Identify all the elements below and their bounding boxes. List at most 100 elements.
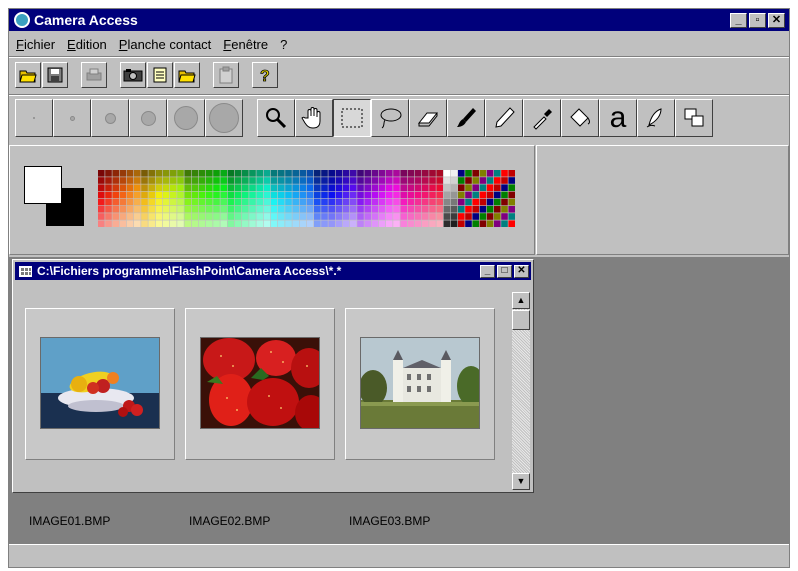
palette-swatch[interactable]: [479, 198, 487, 206]
palette-swatch[interactable]: [350, 220, 357, 227]
palette-swatch[interactable]: [234, 206, 242, 213]
palette-swatch[interactable]: [450, 177, 458, 184]
palette-swatch[interactable]: [407, 220, 415, 227]
palette-swatch[interactable]: [342, 184, 350, 191]
palette-swatch[interactable]: [213, 198, 220, 206]
palette-swatch[interactable]: [141, 206, 148, 213]
palette-swatch[interactable]: [486, 198, 494, 206]
palette-swatch[interactable]: [328, 184, 335, 191]
palette-swatch[interactable]: [220, 184, 227, 191]
title-bar[interactable]: Camera Access _ ▫ ✕: [9, 9, 789, 31]
palette-swatch[interactable]: [249, 170, 256, 177]
palette-swatch[interactable]: [278, 198, 285, 206]
palette-swatch[interactable]: [335, 220, 343, 227]
palette-swatch[interactable]: [371, 191, 379, 199]
palette-swatch[interactable]: [407, 206, 415, 213]
palette-swatch[interactable]: [177, 198, 184, 206]
palette-swatch[interactable]: [335, 191, 343, 199]
palette-swatch[interactable]: [98, 170, 105, 177]
palette-swatch[interactable]: [162, 177, 170, 184]
palette-swatch[interactable]: [357, 198, 364, 206]
palette-swatch[interactable]: [429, 220, 436, 227]
palette-swatch[interactable]: [206, 170, 213, 177]
palette-swatch[interactable]: [328, 220, 335, 227]
palette-swatch[interactable]: [314, 191, 321, 199]
palette-swatch[interactable]: [191, 177, 199, 184]
palette-swatch[interactable]: [299, 177, 307, 184]
palette-swatch[interactable]: [134, 220, 141, 227]
palette-swatch[interactable]: [148, 177, 155, 184]
palette-swatch[interactable]: [105, 213, 112, 220]
palette-swatch[interactable]: [350, 198, 357, 206]
palette-swatch[interactable]: [393, 184, 400, 191]
palette-swatch[interactable]: [342, 198, 350, 206]
palette-swatch[interactable]: [371, 220, 379, 227]
palette-swatch[interactable]: [270, 170, 278, 177]
palette-swatch[interactable]: [220, 206, 227, 213]
palette-swatch[interactable]: [314, 198, 321, 206]
clipboard-button[interactable]: [213, 62, 239, 88]
palette-swatch[interactable]: [486, 213, 494, 220]
palette-swatch[interactable]: [242, 220, 249, 227]
palette-swatch[interactable]: [414, 198, 422, 206]
palette-swatch[interactable]: [393, 206, 400, 213]
palette-swatch[interactable]: [278, 220, 285, 227]
palette-swatch[interactable]: [184, 198, 191, 206]
palette-swatch[interactable]: [292, 206, 299, 213]
palette-swatch[interactable]: [141, 184, 148, 191]
palette-swatch[interactable]: [494, 191, 501, 199]
palette-swatch[interactable]: [393, 198, 400, 206]
palette-swatch[interactable]: [371, 198, 379, 206]
palette-swatch[interactable]: [328, 191, 335, 199]
palette-swatch[interactable]: [494, 170, 501, 177]
palette-swatch[interactable]: [429, 191, 436, 199]
palette-swatch[interactable]: [263, 198, 271, 206]
palette-swatch[interactable]: [429, 170, 436, 177]
palette-swatch[interactable]: [213, 177, 220, 184]
palette-swatch[interactable]: [386, 177, 393, 184]
palette-swatch[interactable]: [155, 220, 163, 227]
palette-swatch[interactable]: [242, 206, 249, 213]
palette-swatch[interactable]: [184, 213, 191, 220]
palette-swatch[interactable]: [184, 170, 191, 177]
palette-swatch[interactable]: [429, 206, 436, 213]
palette-swatch[interactable]: [263, 191, 271, 199]
palette-swatch[interactable]: [422, 184, 429, 191]
palette-swatch[interactable]: [486, 206, 494, 213]
palette-swatch[interactable]: [112, 220, 119, 227]
palette-swatch[interactable]: [227, 177, 235, 184]
palette-swatch[interactable]: [306, 213, 314, 220]
palette-swatch[interactable]: [119, 177, 127, 184]
palette-swatch[interactable]: [328, 206, 335, 213]
palette-swatch[interactable]: [314, 220, 321, 227]
palette-swatch[interactable]: [328, 170, 335, 177]
palette-swatch[interactable]: [486, 191, 494, 199]
palette-swatch[interactable]: [198, 191, 206, 199]
palette-swatch[interactable]: [299, 198, 307, 206]
palette-swatch[interactable]: [126, 170, 134, 177]
palette-swatch[interactable]: [292, 177, 299, 184]
palette-swatch[interactable]: [321, 220, 328, 227]
palette-swatch[interactable]: [335, 198, 343, 206]
palette-swatch[interactable]: [299, 191, 307, 199]
thumbnail-image03[interactable]: [345, 308, 495, 460]
paint-bucket-tool[interactable]: [561, 99, 599, 137]
palette-swatch[interactable]: [306, 220, 314, 227]
palette-swatch[interactable]: [472, 198, 479, 206]
palette-swatch[interactable]: [450, 191, 458, 199]
palette-swatch[interactable]: [234, 198, 242, 206]
palette-swatch[interactable]: [198, 177, 206, 184]
palette-swatch[interactable]: [162, 191, 170, 199]
palette-swatch[interactable]: [414, 177, 422, 184]
camera-button[interactable]: [120, 62, 146, 88]
palette-swatch[interactable]: [242, 177, 249, 184]
palette-swatch[interactable]: [342, 191, 350, 199]
palette-swatch[interactable]: [134, 191, 141, 199]
palette-swatch[interactable]: [393, 213, 400, 220]
palette-swatch[interactable]: [126, 198, 134, 206]
palette-swatch[interactable]: [472, 220, 479, 227]
palette-swatch[interactable]: [465, 198, 472, 206]
palette-swatch[interactable]: [508, 184, 515, 191]
palette-swatch[interactable]: [191, 213, 199, 220]
palette-swatch[interactable]: [400, 184, 407, 191]
